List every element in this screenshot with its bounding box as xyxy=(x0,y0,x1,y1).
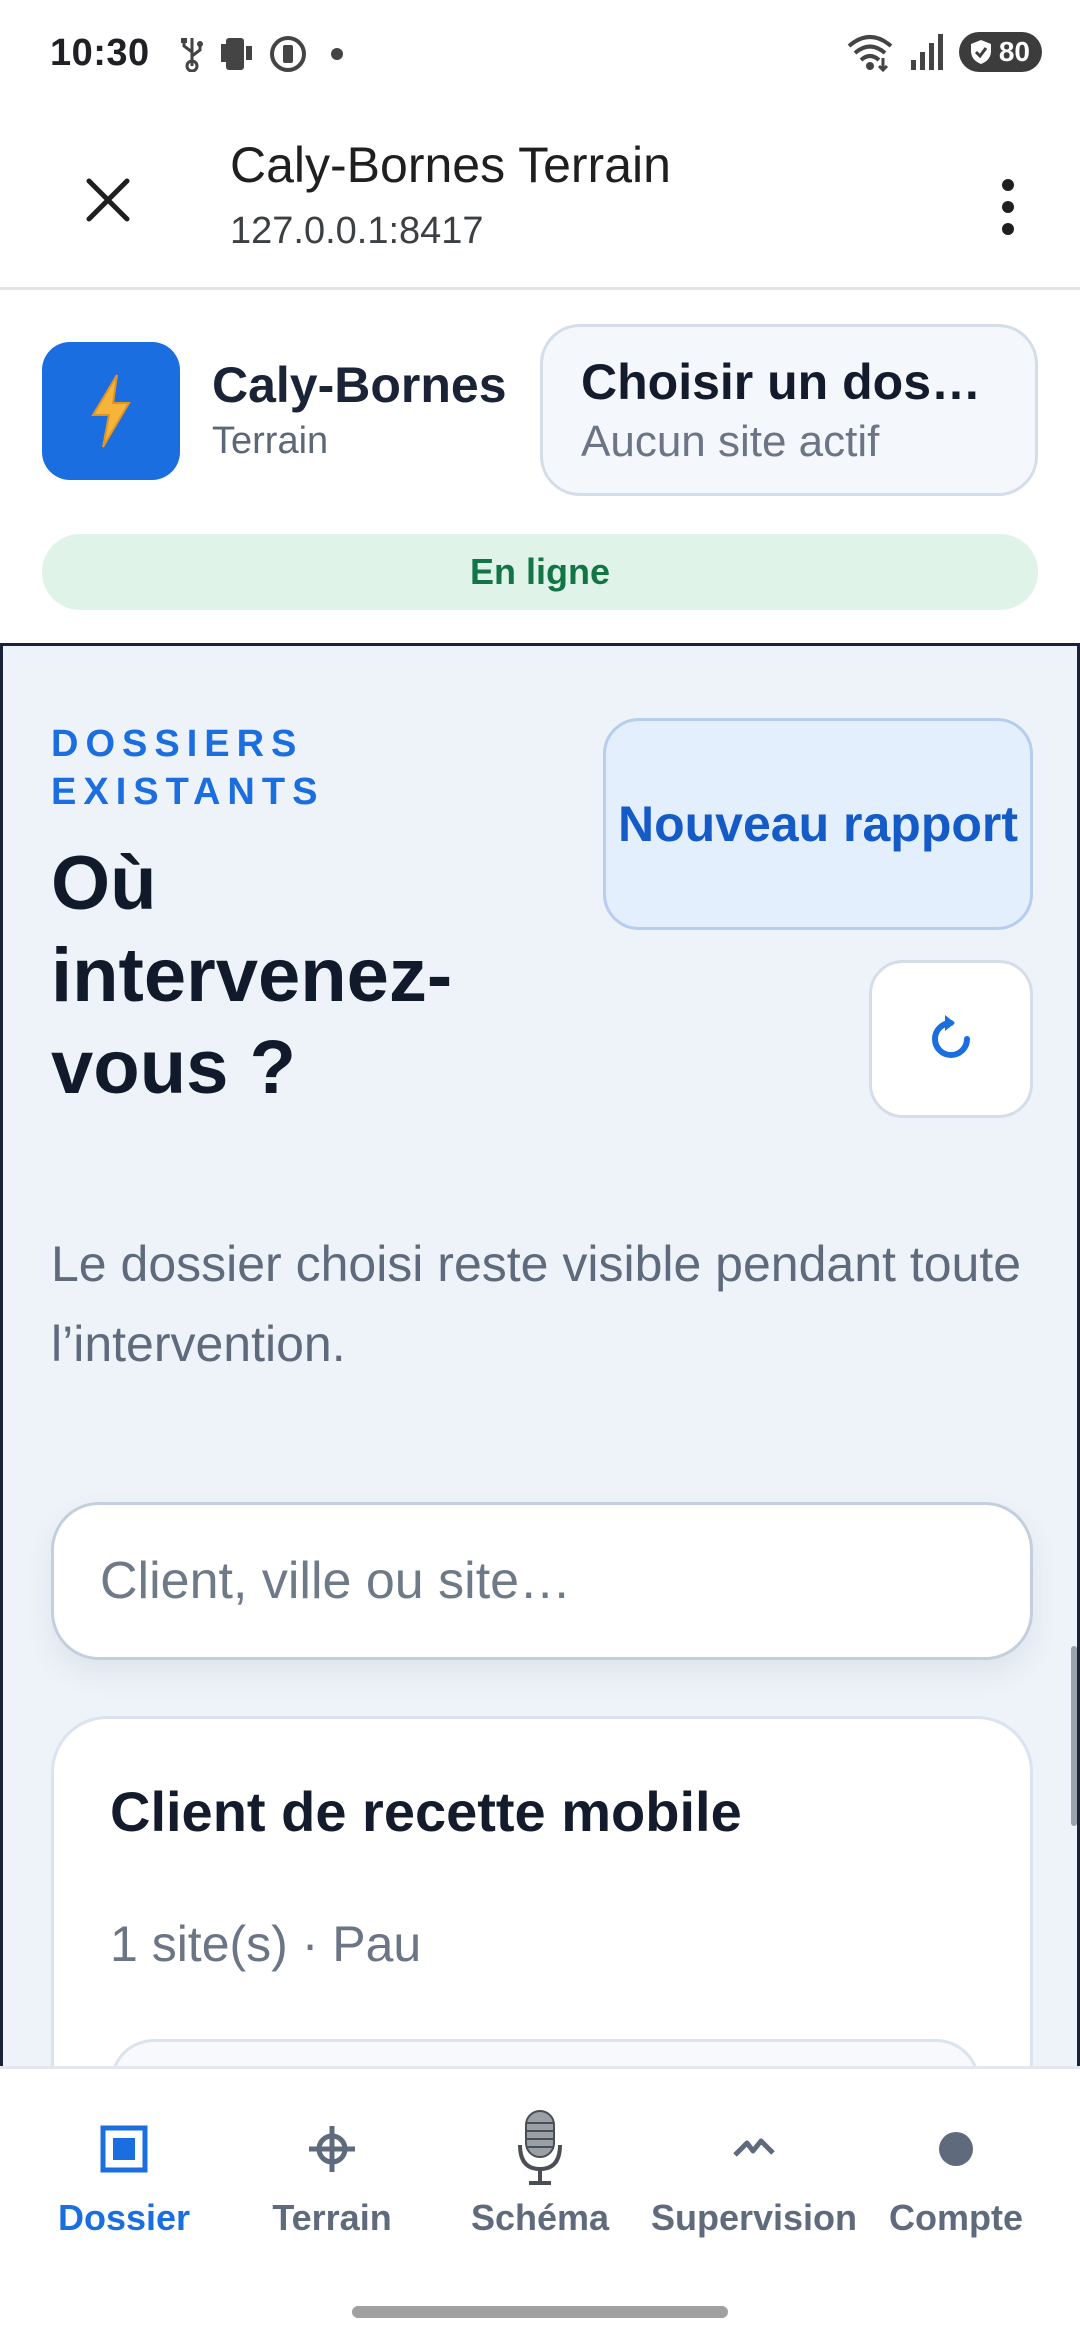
nav-label: Terrain xyxy=(272,2197,392,2238)
home-indicator[interactable] xyxy=(352,2306,728,2318)
nav-item-terrain[interactable]: Terrain xyxy=(224,2109,440,2239)
more-vert-icon-dot xyxy=(1002,179,1014,191)
battery-level: 80 xyxy=(998,36,1030,67)
pulse-icon xyxy=(733,2138,775,2157)
shield-icon xyxy=(970,40,991,64)
page-title: Caly-Bornes Terrain xyxy=(230,137,671,193)
more-options-button[interactable] xyxy=(978,162,1038,252)
refresh-icon xyxy=(932,1015,970,1058)
usb-icon xyxy=(181,38,203,72)
section-eyebrow: DOSSIERS EXISTANTS xyxy=(51,723,325,813)
close-button[interactable] xyxy=(70,162,146,238)
battery-icon: 80 xyxy=(958,32,1042,72)
status-bar: 10:30 80 xyxy=(0,0,1080,112)
nav-item-schema[interactable]: Schéma xyxy=(432,2109,648,2239)
site-list-item[interactable] xyxy=(110,2039,980,2066)
nav-label: Dossier xyxy=(57,2197,191,2238)
client-name: Client de recette mobile xyxy=(110,1780,742,1843)
data-saver-icon xyxy=(270,36,306,72)
status-time: 10:30 xyxy=(50,32,150,74)
client-meta: 1 site(s) · Pau xyxy=(110,1916,422,1972)
section-heading: Où intervenez-vous ? xyxy=(51,841,453,1110)
more-vert-icon-dot xyxy=(1002,223,1014,235)
refresh-button[interactable] xyxy=(869,960,1033,1118)
microphone-icon xyxy=(518,2110,562,2185)
bottom-navigation: Dossier Terrain Schéma Supervision Compt… xyxy=(0,2066,1080,2340)
scrollbar[interactable] xyxy=(1071,1646,1077,1826)
wifi-icon xyxy=(847,35,893,72)
page-url: 127.0.0.1:8417 xyxy=(230,210,484,252)
dossier-selection-panel: DOSSIERS EXISTANTS Où intervenez-vous ? … xyxy=(0,646,1080,2066)
nav-item-compte[interactable]: Compte xyxy=(848,2109,1064,2239)
nav-item-supervision[interactable]: Supervision xyxy=(646,2109,862,2239)
client-card[interactable]: Client de recette mobile 1 site(s) · Pau xyxy=(51,1716,1033,2066)
dossier-picker-title: Choisir un dossier xyxy=(581,354,997,410)
dossier-picker-subtitle: Aucun site actif xyxy=(581,417,880,466)
dot-icon xyxy=(331,48,343,60)
nav-label: Schéma xyxy=(470,2197,610,2238)
status-system-icons: 80 xyxy=(845,32,1042,72)
new-report-button[interactable]: Nouveau rapport xyxy=(603,718,1033,930)
more-vert-icon-dot xyxy=(1002,201,1014,213)
crosshair-icon xyxy=(309,2126,355,2172)
nav-item-dossier[interactable]: Dossier xyxy=(16,2109,232,2239)
dossier-picker-button[interactable]: Choisir un dossier Aucun site actif xyxy=(540,324,1038,496)
client-search-input[interactable] xyxy=(51,1502,1033,1660)
screen-icon xyxy=(221,38,252,70)
app-subtitle: Terrain xyxy=(212,420,329,462)
app-name: Caly-Bornes xyxy=(212,357,507,413)
lightning-bolt-icon xyxy=(91,374,131,448)
status-notification-icons xyxy=(178,34,352,74)
nav-label: Compte xyxy=(889,2197,1023,2238)
section-description: Le dossier choisi reste visible pendant … xyxy=(51,1236,1022,1372)
browser-toolbar: Caly-Bornes Terrain 127.0.0.1:8417 xyxy=(0,112,1080,290)
online-status-badge: En ligne xyxy=(42,534,1038,610)
circle-icon xyxy=(939,2132,973,2166)
close-icon xyxy=(86,178,130,222)
signal-icon xyxy=(910,34,943,70)
app-logo xyxy=(42,342,180,480)
square-target-icon xyxy=(100,2125,148,2173)
app-header: Caly-Bornes Terrain Choisir un dossier A… xyxy=(0,290,1080,646)
nav-label: Supervision xyxy=(650,2197,858,2238)
